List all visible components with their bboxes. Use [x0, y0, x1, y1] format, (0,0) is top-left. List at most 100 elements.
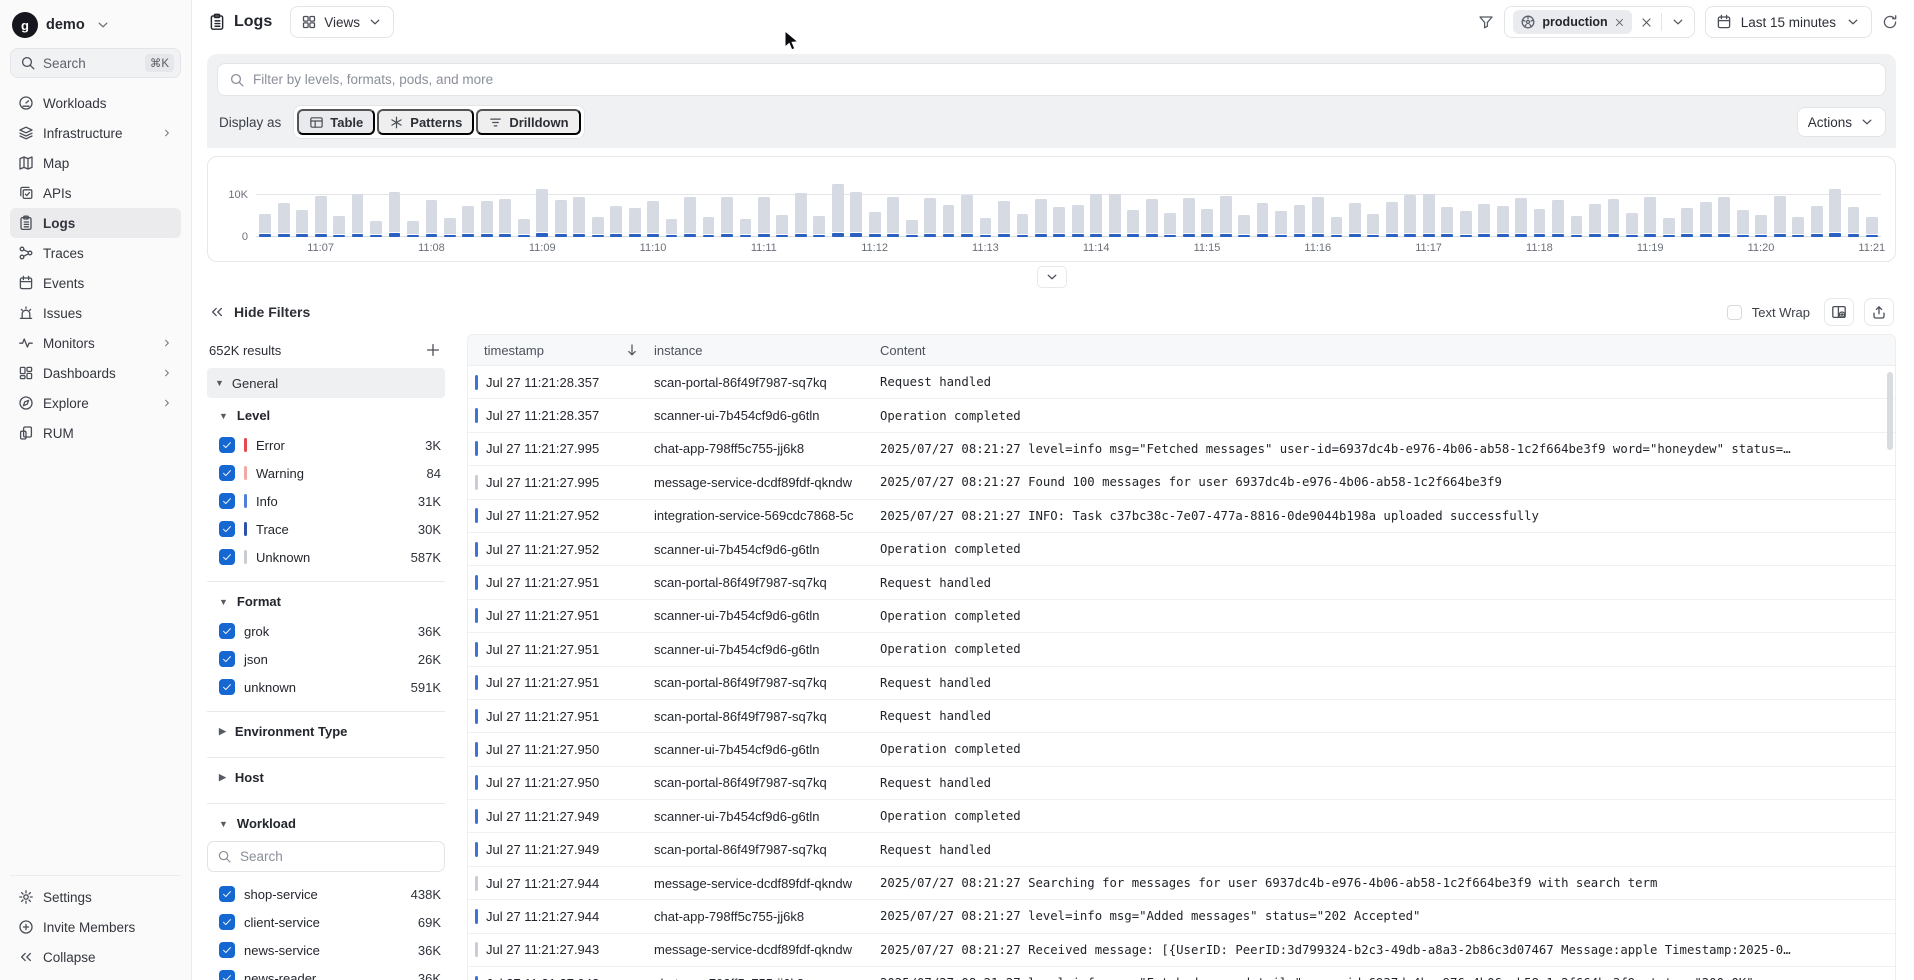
- chart-plot[interactable]: [256, 171, 1881, 237]
- histogram-bar[interactable]: [958, 171, 976, 237]
- histogram-bar[interactable]: [1752, 171, 1770, 237]
- filter-item-trace[interactable]: Trace30K: [207, 515, 445, 543]
- table-row[interactable]: Jul 27 11:21:27.951scan-portal-86f49f798…: [468, 700, 1895, 733]
- export-button[interactable]: [1864, 298, 1894, 326]
- sidebar-footer-settings[interactable]: Settings: [10, 882, 181, 912]
- sort-descending-icon[interactable]: [624, 342, 640, 358]
- table-row[interactable]: Jul 27 11:21:27.950scan-portal-86f49f798…: [468, 767, 1895, 800]
- histogram-bar[interactable]: [1844, 171, 1862, 237]
- histogram-bar[interactable]: [1863, 171, 1881, 237]
- histogram-bar[interactable]: [1124, 171, 1142, 237]
- histogram-bar[interactable]: [1290, 171, 1308, 237]
- histogram-bar[interactable]: [311, 171, 329, 237]
- checked-checkbox[interactable]: [219, 942, 235, 958]
- histogram-bar[interactable]: [1475, 171, 1493, 237]
- histogram-bar[interactable]: [478, 171, 496, 237]
- histogram-bar[interactable]: [1678, 171, 1696, 237]
- histogram-bar[interactable]: [1383, 171, 1401, 237]
- histogram-bar[interactable]: [1641, 171, 1659, 237]
- histogram-bar[interactable]: [330, 171, 348, 237]
- checked-checkbox[interactable]: [219, 914, 235, 930]
- time-range-picker[interactable]: Last 15 minutes: [1705, 6, 1872, 38]
- histogram-bar[interactable]: [1734, 171, 1752, 237]
- histogram-bar[interactable]: [1069, 171, 1087, 237]
- filter-group-environment-type[interactable]: ▶Environment Type: [207, 714, 445, 747]
- histogram-bar[interactable]: [1309, 171, 1327, 237]
- histogram-bar[interactable]: [847, 171, 865, 237]
- histogram-bar[interactable]: [588, 171, 606, 237]
- histogram-bar[interactable]: [662, 171, 680, 237]
- histogram-bar[interactable]: [1032, 171, 1050, 237]
- table-row[interactable]: Jul 27 11:21:28.357scan-portal-86f49f798…: [468, 366, 1895, 399]
- histogram-bar[interactable]: [995, 171, 1013, 237]
- histogram-bar[interactable]: [1530, 171, 1548, 237]
- table-row[interactable]: Jul 27 11:21:27.942chat-app-798ff5c755-j…: [468, 967, 1895, 980]
- histogram-bar[interactable]: [1456, 171, 1474, 237]
- histogram-bar[interactable]: [792, 171, 810, 237]
- filter-item-shop-service[interactable]: shop-service438K: [207, 880, 445, 908]
- histogram-bar[interactable]: [1567, 171, 1585, 237]
- histogram-bar[interactable]: [533, 171, 551, 237]
- filter-item-news-reader[interactable]: news-reader36K: [207, 964, 445, 980]
- table-row[interactable]: Jul 27 11:21:27.995message-service-dcdf8…: [468, 466, 1895, 499]
- filter-section-general[interactable]: ▼ General: [207, 368, 445, 398]
- histogram-bar[interactable]: [718, 171, 736, 237]
- table-row[interactable]: Jul 27 11:21:27.995chat-app-798ff5c755-j…: [468, 433, 1895, 466]
- histogram-bar[interactable]: [625, 171, 643, 237]
- column-header-timestamp[interactable]: timestamp: [468, 342, 654, 358]
- sidebar-search[interactable]: Search ⌘K: [10, 48, 181, 78]
- filter-group-workload[interactable]: ▼Workload: [207, 806, 445, 839]
- histogram-bar[interactable]: [829, 171, 847, 237]
- checked-checkbox[interactable]: [219, 493, 235, 509]
- sidebar-footer-collapse[interactable]: Collapse: [10, 942, 181, 972]
- add-filter-icon[interactable]: [425, 342, 441, 358]
- histogram-bar[interactable]: [1826, 171, 1844, 237]
- histogram-bar[interactable]: [1179, 171, 1197, 237]
- table-scrollbar[interactable]: [1886, 368, 1893, 980]
- table-row[interactable]: Jul 27 11:21:27.949scanner-ui-7b454cf9d6…: [468, 800, 1895, 833]
- checked-checkbox[interactable]: [219, 465, 235, 481]
- histogram-bar[interactable]: [1660, 171, 1678, 237]
- histogram-bar[interactable]: [699, 171, 717, 237]
- histogram-bar[interactable]: [884, 171, 902, 237]
- histogram-bar[interactable]: [385, 171, 403, 237]
- column-header-instance[interactable]: instance: [654, 343, 880, 358]
- sidebar-item-map[interactable]: Map: [10, 148, 181, 178]
- histogram-bar[interactable]: [810, 171, 828, 237]
- checked-checkbox[interactable]: [219, 549, 235, 565]
- histogram-bar[interactable]: [976, 171, 994, 237]
- table-row[interactable]: Jul 27 11:21:28.357scanner-ui-7b454cf9d6…: [468, 399, 1895, 432]
- histogram-bar[interactable]: [552, 171, 570, 237]
- workspace-switcher[interactable]: g demo: [10, 8, 181, 48]
- actions-dropdown[interactable]: Actions: [1797, 107, 1886, 137]
- histogram-bar[interactable]: [1235, 171, 1253, 237]
- sidebar-item-logs[interactable]: Logs: [10, 208, 181, 238]
- histogram-bar[interactable]: [1401, 171, 1419, 237]
- add-column-button[interactable]: [1824, 298, 1854, 326]
- checked-checkbox[interactable]: [219, 623, 235, 639]
- filter-item-news-service[interactable]: news-service36K: [207, 936, 445, 964]
- histogram-bar[interactable]: [865, 171, 883, 237]
- filter-group-host[interactable]: ▶Host: [207, 760, 445, 793]
- table-row[interactable]: Jul 27 11:21:27.950scanner-ui-7b454cf9d6…: [468, 733, 1895, 766]
- histogram-bar[interactable]: [1549, 171, 1567, 237]
- checked-checkbox[interactable]: [219, 521, 235, 537]
- table-row[interactable]: Jul 27 11:21:27.951scanner-ui-7b454cf9d6…: [468, 600, 1895, 633]
- filter-chip-production[interactable]: production: [1513, 10, 1631, 34]
- checked-checkbox[interactable]: [219, 437, 235, 453]
- histogram-bar[interactable]: [1272, 171, 1290, 237]
- histogram-bar[interactable]: [348, 171, 366, 237]
- column-header-content[interactable]: Content: [880, 343, 1895, 358]
- histogram-bar[interactable]: [274, 171, 292, 237]
- histogram-bar[interactable]: [367, 171, 385, 237]
- remove-chip-icon[interactable]: [1614, 17, 1625, 28]
- histogram-bar[interactable]: [1346, 171, 1364, 237]
- checked-checkbox[interactable]: [219, 679, 235, 695]
- views-dropdown[interactable]: Views: [290, 6, 394, 38]
- histogram-bar[interactable]: [441, 171, 459, 237]
- hide-filters-button[interactable]: Hide Filters: [209, 304, 310, 320]
- filter-item-error[interactable]: Error3K: [207, 431, 445, 459]
- histogram-bar[interactable]: [1253, 171, 1271, 237]
- histogram-bar[interactable]: [1789, 171, 1807, 237]
- histogram-bar[interactable]: [1807, 171, 1825, 237]
